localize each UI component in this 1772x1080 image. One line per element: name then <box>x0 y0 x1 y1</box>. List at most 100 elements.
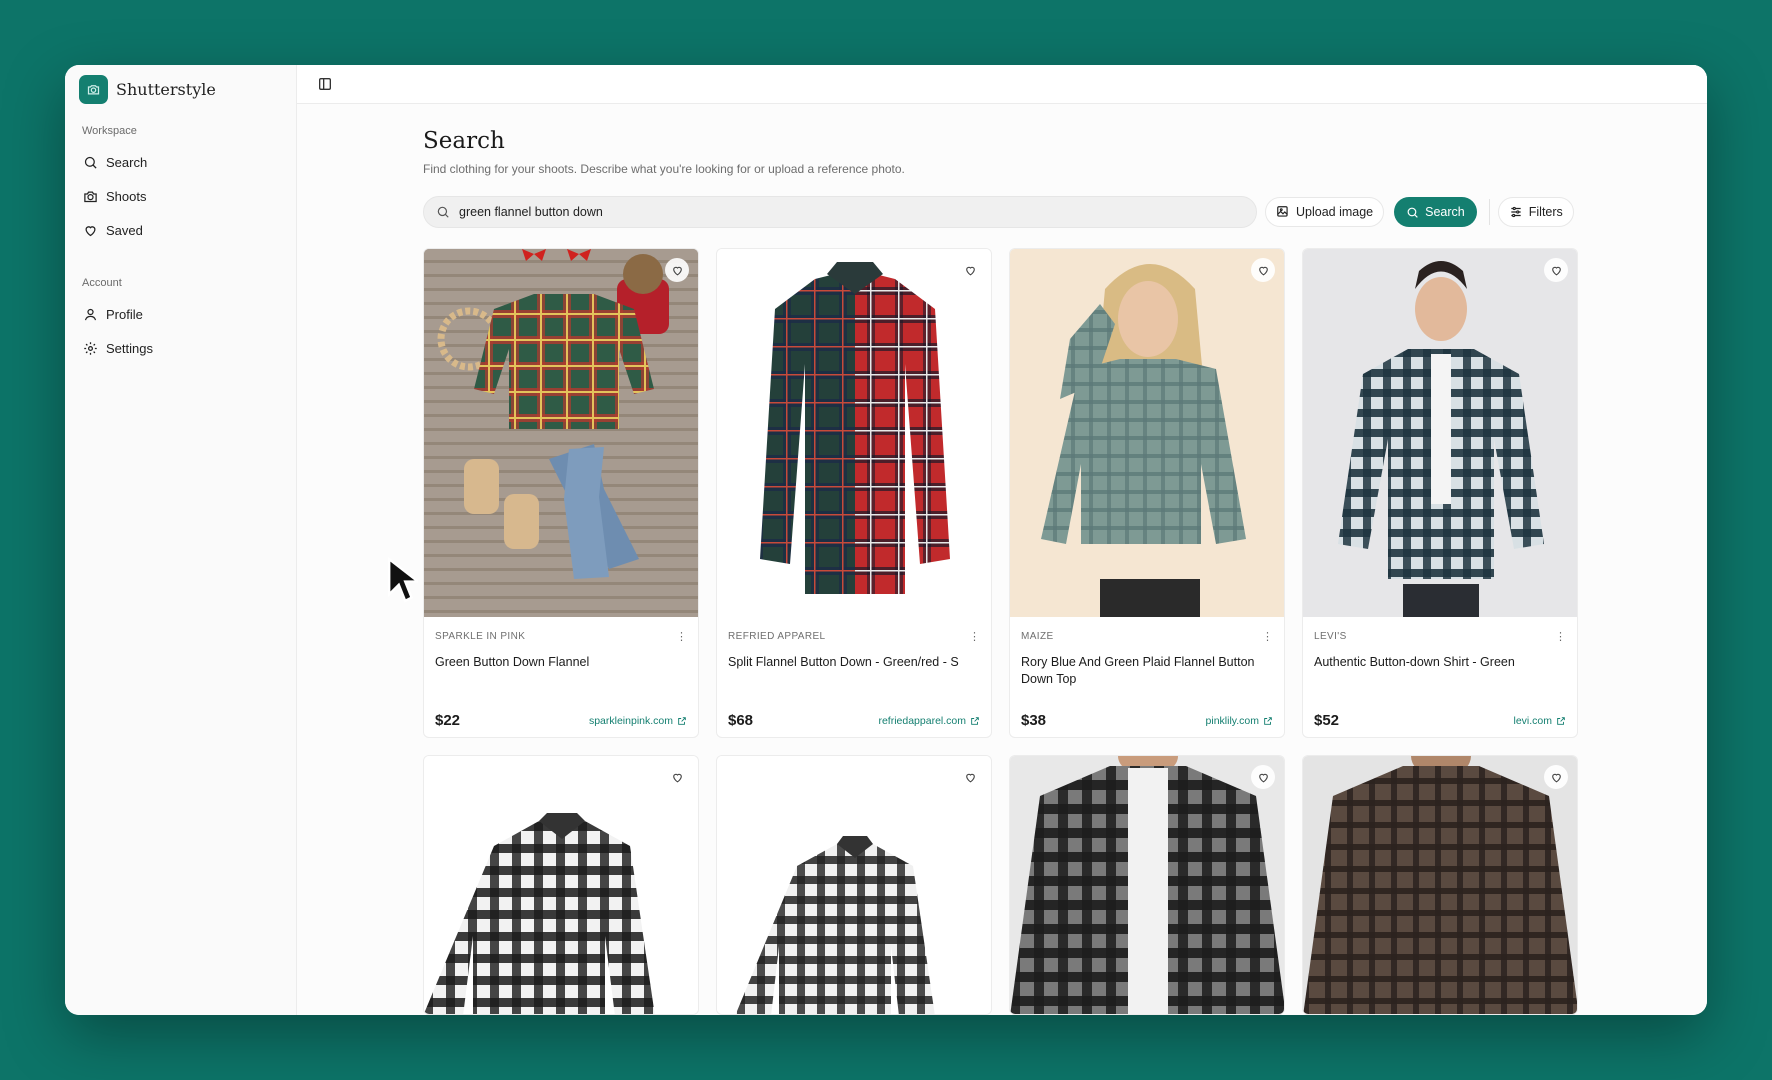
more-options-icon[interactable]: ⋮ <box>1262 630 1273 643</box>
product-card[interactable] <box>1302 755 1578 1015</box>
product-card[interactable]: SPARKLE IN PINK ⋮ Green Button Down Flan… <box>423 248 699 738</box>
save-heart-button[interactable] <box>958 258 982 282</box>
workspace-section-label: Workspace <box>82 125 137 137</box>
card-price: $38 <box>1021 712 1047 729</box>
card-body: REFRIED APPAREL ⋮ Split Flannel Button D… <box>717 617 991 737</box>
sidebar-item-shoots[interactable]: Shoots <box>79 179 282 213</box>
product-image[interactable] <box>717 756 991 1014</box>
search-input[interactable] <box>459 205 1256 219</box>
main-area: Search Find clothing for your shoots. De… <box>297 65 1707 1015</box>
filters-button[interactable]: Filters <box>1497 197 1574 227</box>
sidebar-item-label: Saved <box>106 222 143 238</box>
source-link[interactable]: levi.com <box>1513 715 1566 727</box>
image-upload-icon <box>1277 206 1288 217</box>
filters-label: Filters <box>1528 205 1563 219</box>
heart-icon <box>965 266 975 275</box>
heart-icon <box>672 266 682 275</box>
more-options-icon[interactable]: ⋮ <box>1555 630 1566 643</box>
product-card[interactable]: MAIZE ⋮ Rory Blue And Green Plaid Flanne… <box>1009 248 1285 738</box>
save-heart-button[interactable] <box>958 765 982 789</box>
card-title: Green Button Down Flannel <box>435 655 590 669</box>
save-heart-button[interactable] <box>1251 765 1275 789</box>
camera-icon <box>84 191 97 202</box>
search-row: Upload image Search Filters <box>423 196 1653 228</box>
topbar <box>297 65 1707 104</box>
upload-image-button[interactable]: Upload image <box>1265 197 1385 227</box>
sidebar-item-saved[interactable]: Saved <box>79 213 282 247</box>
sidebar-item-profile[interactable]: Profile <box>79 297 282 331</box>
card-brand: REFRIED APPAREL <box>728 631 826 642</box>
search-button[interactable]: Search <box>1394 197 1477 227</box>
product-card[interactable] <box>1009 755 1285 1015</box>
sidebar-item-label: Settings <box>106 340 153 356</box>
heart-icon <box>85 225 96 236</box>
app-window: Shutterstyle Workspace Search Shoots Sav… <box>65 65 1707 1015</box>
source-link[interactable]: pinklily.com <box>1206 715 1273 727</box>
app-name: Shutterstyle <box>116 79 216 99</box>
more-options-icon[interactable]: ⋮ <box>969 630 980 643</box>
source-link-label: sparkleinpink.com <box>588 715 673 727</box>
user-icon <box>84 308 97 320</box>
sidebar-item-label: Search <box>106 154 148 170</box>
source-link-label: pinklily.com <box>1205 715 1259 727</box>
product-image[interactable] <box>1303 756 1577 1014</box>
heart-icon <box>1258 773 1268 782</box>
sidebar-item-search[interactable]: Search <box>79 145 282 179</box>
card-price: $22 <box>435 712 461 729</box>
more-options-icon[interactable]: ⋮ <box>676 630 687 643</box>
product-card[interactable]: REFRIED APPAREL ⋮ Split Flannel Button D… <box>716 248 992 738</box>
save-heart-button[interactable] <box>1544 765 1568 789</box>
external-link-icon <box>678 717 686 725</box>
external-link-icon <box>1557 717 1565 725</box>
product-image[interactable] <box>424 756 698 1014</box>
heart-icon <box>1258 266 1268 275</box>
results-grid: SPARKLE IN PINK ⋮ Green Button Down Flan… <box>423 248 1707 738</box>
search-icon <box>84 156 97 169</box>
card-title: Authentic Button-down Shirt - Green <box>1314 655 1515 669</box>
source-link-label: refriedapparel.com <box>878 715 966 727</box>
source-link-label: levi.com <box>1513 715 1552 727</box>
save-heart-button[interactable] <box>665 765 689 789</box>
heart-icon <box>1551 266 1561 275</box>
camera-logo-icon <box>79 74 108 104</box>
product-image[interactable] <box>1010 756 1284 1014</box>
product-card[interactable]: LEVI'S ⋮ Authentic Button-down Shirt - G… <box>1302 248 1578 738</box>
search-icon <box>437 206 449 218</box>
account-section-label: Account <box>82 277 122 289</box>
divider <box>1488 199 1490 225</box>
source-link[interactable]: refriedapparel.com <box>878 715 980 727</box>
search-bar[interactable] <box>423 196 1257 228</box>
product-image[interactable] <box>424 249 698 617</box>
heart-icon <box>1551 773 1561 782</box>
sidebar: Shutterstyle Workspace Search Shoots Sav… <box>65 65 297 1015</box>
heart-icon <box>672 773 682 782</box>
card-body: MAIZE ⋮ Rory Blue And Green Plaid Flanne… <box>1010 617 1284 737</box>
card-brand: LEVI'S <box>1314 631 1347 642</box>
product-image[interactable] <box>1303 249 1577 617</box>
page-subtitle: Find clothing for your shoots. Describe … <box>423 162 905 176</box>
search-content: Search Find clothing for your shoots. De… <box>297 104 1707 1015</box>
gear-icon <box>84 341 97 355</box>
external-link-icon <box>1264 717 1272 725</box>
product-card[interactable] <box>716 755 992 1015</box>
card-body: LEVI'S ⋮ Authentic Button-down Shirt - G… <box>1303 617 1577 737</box>
product-image[interactable] <box>1010 249 1284 617</box>
brand[interactable]: Shutterstyle <box>79 74 282 104</box>
results-grid-row-2 <box>423 755 1707 1015</box>
card-title: Split Flannel Button Down - Green/red - … <box>728 655 959 669</box>
search-button-label: Search <box>1425 205 1465 219</box>
save-heart-button[interactable] <box>1544 258 1568 282</box>
product-card[interactable] <box>423 755 699 1015</box>
save-heart-button[interactable] <box>1251 258 1275 282</box>
product-image[interactable] <box>717 249 991 617</box>
card-title: Rory Blue And Green Plaid Flannel Button… <box>1021 655 1255 686</box>
sidebar-toggle-icon[interactable] <box>317 76 333 92</box>
page-title: Search <box>423 128 505 154</box>
card-brand: SPARKLE IN PINK <box>435 631 526 642</box>
mouse-cursor-icon <box>388 556 418 603</box>
sidebar-item-settings[interactable]: Settings <box>79 331 282 365</box>
search-icon <box>1407 207 1418 218</box>
save-heart-button[interactable] <box>665 258 689 282</box>
sidebar-item-label: Shoots <box>106 188 147 204</box>
source-link[interactable]: sparkleinpink.com <box>589 715 687 727</box>
